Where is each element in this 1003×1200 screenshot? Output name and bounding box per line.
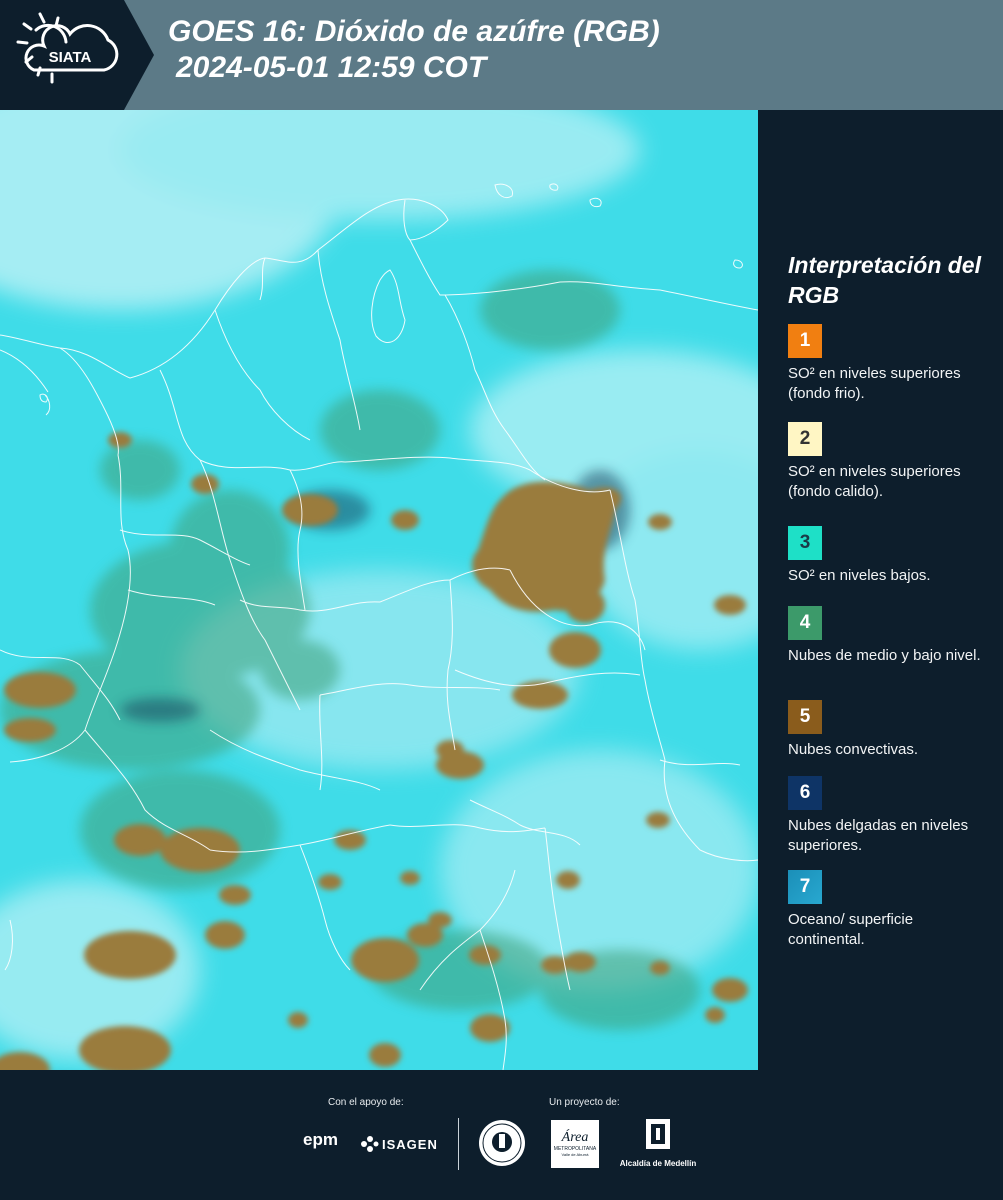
isagen-icon (361, 1136, 379, 1152)
legend-text-5: Nubes convectivas. (788, 741, 919, 758)
alcaldia-shield-icon (646, 1119, 670, 1149)
legend-item-2: 2 SO² en niveles superiores (fondo calid… (788, 422, 988, 516)
legend-title: Interpretación del RGB (788, 252, 981, 308)
support-label: Con el apoyo de: (328, 1097, 404, 1108)
legend-text-2: SO² en niveles superiores (fondo calido)… (788, 463, 961, 500)
legend-swatch-4: 4 (788, 606, 822, 640)
legend-item-1: 1 SO² en niveles superiores (fondo frio)… (788, 324, 988, 412)
title-line-2: 2024-05-01 12:59 COT (176, 51, 487, 84)
legend-num-5: 5 (799, 706, 811, 727)
seal-icon (479, 1120, 525, 1166)
legend-text-3: SO² en niveles bajos. (788, 567, 931, 584)
legend-text-1: SO² en niveles superiores (fondo frio). (788, 365, 961, 402)
legend-num-1: 1 (799, 330, 811, 351)
legend-items: 1 SO² en niveles superiores (fondo frio)… (788, 324, 988, 954)
isagen-logo[interactable]: ISAGEN (358, 1133, 438, 1155)
isagen-text: ISAGEN (382, 1136, 438, 1152)
legend-item-4: 4 Nubes de medio y bajo nivel. (788, 606, 988, 690)
legend-swatch-3: 3 (788, 526, 822, 560)
alcaldia-text: Alcaldía de Medellín (619, 1159, 697, 1168)
legend-num-2: 2 (799, 428, 811, 449)
legend-swatch-1: 1 (788, 324, 822, 358)
siata-logo-text: SIATA (49, 49, 92, 66)
footer-divider (458, 1118, 459, 1170)
area-metropolitana-logo[interactable]: Área METROPOLITANA Valle de Aburrá (551, 1120, 599, 1168)
legend-swatch-5: 5 (788, 700, 822, 734)
legend-num-6: 6 (799, 782, 811, 803)
page-title: GOES 16: Dióxido de azúfre (RGB) 2024-05… (168, 14, 660, 86)
siata-logo: SIATA (0, 0, 154, 110)
legend-swatch-6: 6 (788, 776, 822, 810)
legend-num-3: 3 (799, 532, 811, 553)
legend-num-7: 7 (799, 876, 811, 897)
legend-text-4: Nubes de medio y bajo nivel. (788, 647, 981, 664)
header-bar: SIATA GOES 16: Dióxido de azúfre (RGB) 2… (0, 0, 1003, 110)
legend-num-4: 4 (799, 612, 811, 633)
legend-item-6: 6 Nubes delgadas en niveles superiores. (788, 776, 988, 860)
area-valle-text: Valle de Aburrá (561, 1152, 589, 1157)
area-text: Área (561, 1130, 589, 1145)
legend-item-5: 5 Nubes convectivas. (788, 700, 988, 766)
project-label: Un proyecto de: (549, 1097, 620, 1108)
medellin-seal-logo[interactable] (477, 1118, 527, 1173)
legend-swatch-2: 2 (788, 422, 822, 456)
legend-item-7: 7 Oceano/ superficie continental. (788, 870, 988, 954)
footer: Con el apoyo de: Un proyecto de: epm ISA… (0, 1070, 1003, 1200)
title-line-1: GOES 16: Dióxido de azúfre (RGB) (168, 15, 660, 48)
epm-logo[interactable]: epm (303, 1130, 338, 1150)
rgb-legend: Interpretación del RGB 1 SO² en niveles … (788, 250, 988, 964)
legend-text-7: Oceano/ superficie continental. (788, 911, 914, 948)
alcaldia-medellin-logo[interactable]: Alcaldía de Medellín (612, 1118, 704, 1168)
satellite-image (0, 110, 758, 1070)
legend-text-6: Nubes delgadas en niveles superiores. (788, 817, 969, 854)
legend-item-3: 3 SO² en niveles bajos. (788, 526, 988, 596)
satellite-map[interactable] (0, 110, 758, 1070)
legend-swatch-7: 7 (788, 870, 822, 904)
